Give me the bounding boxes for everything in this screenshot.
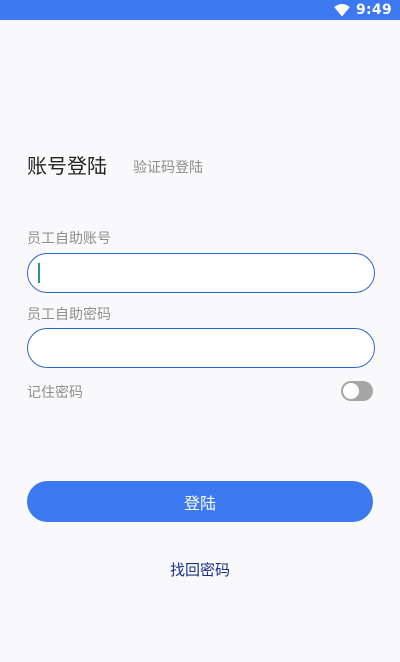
login-button[interactable]: 登陆 <box>27 481 373 522</box>
account-label: 员工自助账号 <box>27 231 111 247</box>
status-time: 9:49 <box>355 2 392 18</box>
text-cursor <box>38 263 40 283</box>
status-bar: 9:49 <box>0 0 400 20</box>
status-icons: 9:49 <box>334 0 392 20</box>
remember-password-toggle[interactable] <box>341 381 373 401</box>
forgot-password-link[interactable]: 找回密码 <box>0 559 400 580</box>
tab-code-login[interactable]: 验证码登陆 <box>133 157 203 177</box>
password-label: 员工自助密码 <box>27 307 111 323</box>
remember-password-label: 记住密码 <box>27 385 83 401</box>
toggle-knob <box>343 383 359 399</box>
wifi-icon <box>334 4 350 17</box>
password-input[interactable] <box>27 328 375 368</box>
tab-account-login[interactable]: 账号登陆 <box>27 150 107 179</box>
account-input[interactable] <box>27 253 375 293</box>
